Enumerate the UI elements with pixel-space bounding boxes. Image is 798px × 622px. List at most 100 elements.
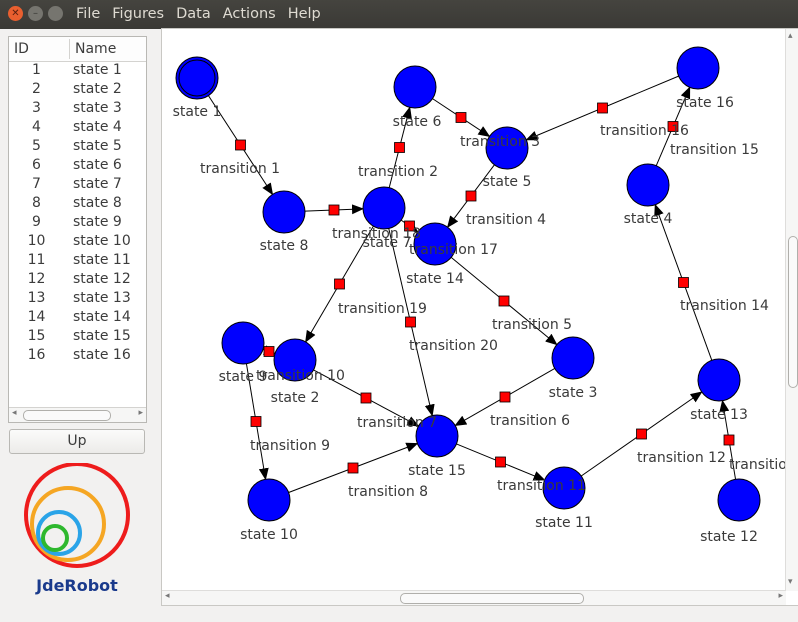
table-row[interactable]: 9 state 9 (9, 214, 146, 233)
column-divider[interactable] (69, 39, 70, 59)
state-node[interactable] (626, 163, 670, 207)
scroll-right-icon[interactable]: ▸ (138, 408, 143, 418)
transition-marker[interactable] (405, 316, 416, 328)
state-node[interactable] (676, 46, 720, 90)
table-row[interactable]: 12 state 12 (9, 271, 146, 290)
row-name: state 8 (73, 195, 122, 211)
table-row[interactable]: 11 state 11 (9, 252, 146, 271)
transition-marker[interactable] (328, 204, 340, 216)
maximize-window-button[interactable] (48, 6, 63, 21)
minimize-window-button[interactable]: – (28, 6, 43, 21)
table-row[interactable]: 5 state 5 (9, 138, 146, 157)
state-label: state 2 (271, 390, 320, 406)
scroll-left-icon[interactable]: ◂ (12, 408, 17, 418)
row-id: 9 (32, 214, 41, 230)
table-row[interactable]: 7 state 7 (9, 176, 146, 195)
state-label: state 15 (408, 463, 466, 479)
transition-label: transition 15 (670, 142, 759, 158)
state-label: state 5 (483, 174, 532, 190)
transition-label: transition 13 (729, 457, 786, 473)
canvas-vertical-scrollbar[interactable]: ▴ ▾ (785, 29, 798, 591)
transition-label: transition 4 (466, 212, 546, 228)
transition-marker[interactable] (495, 456, 506, 468)
transition-marker[interactable] (597, 102, 608, 114)
transition-marker[interactable] (360, 392, 372, 404)
transition-marker[interactable] (263, 346, 275, 357)
transition-marker[interactable] (334, 278, 345, 290)
state-node[interactable] (247, 478, 291, 522)
transition-marker[interactable] (498, 295, 510, 307)
scroll-left-icon[interactable]: ◂ (165, 591, 170, 601)
row-name: state 15 (73, 328, 131, 344)
row-name: state 4 (73, 119, 122, 135)
table-row[interactable]: 14 state 14 (9, 309, 146, 328)
state-node[interactable] (697, 358, 741, 402)
table-row[interactable]: 13 state 13 (9, 290, 146, 309)
menu-data[interactable]: Data (170, 0, 217, 29)
transition-label: transition 19 (338, 301, 427, 317)
table-row[interactable]: 15 state 15 (9, 328, 146, 347)
transition-label: transition 12 (637, 450, 726, 466)
state-node[interactable] (551, 336, 595, 380)
table-row[interactable]: 6 state 6 (9, 157, 146, 176)
row-name: state 2 (73, 81, 122, 97)
state-node[interactable] (221, 321, 265, 365)
canvas-horizontal-scrollbar[interactable]: ◂ ▸ (162, 590, 786, 605)
column-header-name[interactable]: Name (75, 41, 116, 57)
row-id: 4 (32, 119, 41, 135)
row-name: state 14 (73, 309, 131, 325)
status-bar (0, 606, 798, 622)
transition-marker[interactable] (235, 139, 246, 151)
transition-marker[interactable] (678, 277, 689, 288)
state-node[interactable] (262, 190, 306, 234)
up-button[interactable]: Up (9, 429, 145, 454)
transition-marker[interactable] (723, 434, 735, 446)
row-name: state 16 (73, 347, 131, 363)
transition-marker[interactable] (465, 190, 477, 202)
state-label: state 7 (363, 235, 412, 251)
transition-label: transition 6 (490, 413, 570, 429)
transition-marker[interactable] (455, 112, 467, 123)
menu-help[interactable]: Help (282, 0, 327, 29)
scroll-right-icon[interactable]: ▸ (778, 591, 783, 601)
state-node[interactable] (393, 65, 437, 109)
transition-label: transition 8 (348, 484, 428, 500)
transition-marker[interactable] (250, 416, 262, 427)
table-row[interactable]: 2 state 2 (9, 81, 146, 100)
diagram-canvas[interactable]: transition 1 transition 2 transition 3 tran… (161, 28, 798, 606)
table-row[interactable]: 3 state 3 (9, 100, 146, 119)
table-horizontal-scrollbar[interactable]: ◂ ▸ (9, 407, 146, 422)
close-window-button[interactable]: ✕ (8, 6, 23, 21)
scrollbar-thumb[interactable] (400, 593, 584, 604)
row-id: 12 (27, 271, 46, 287)
table-row[interactable]: 4 state 4 (9, 119, 146, 138)
transition-marker[interactable] (499, 391, 511, 403)
transition-marker[interactable] (636, 428, 647, 440)
state-node[interactable] (175, 56, 219, 100)
transition-marker[interactable] (347, 462, 359, 474)
row-id: 7 (32, 176, 41, 192)
scroll-down-icon[interactable]: ▾ (788, 577, 793, 587)
row-name: state 12 (73, 271, 131, 287)
table-row[interactable]: 10 state 10 (9, 233, 146, 252)
transition-label: transition 17 (409, 242, 498, 258)
transition-marker[interactable] (394, 142, 405, 153)
column-header-id[interactable]: ID (14, 41, 29, 57)
row-id: 2 (32, 81, 41, 97)
table-row[interactable]: 1 state 1 (9, 62, 146, 81)
menu-actions[interactable]: Actions (217, 0, 282, 29)
state-node[interactable] (362, 186, 406, 230)
row-name: state 6 (73, 157, 122, 173)
scroll-up-icon[interactable]: ▴ (788, 31, 793, 41)
scrollbar-thumb[interactable] (23, 410, 111, 421)
row-name: state 1 (73, 62, 122, 78)
row-id: 13 (27, 290, 46, 306)
table-row[interactable]: 8 state 8 (9, 195, 146, 214)
state-node[interactable] (717, 478, 761, 522)
transition-label: transition 16 (600, 123, 689, 139)
table-row[interactable]: 16 state 16 (9, 347, 146, 366)
menu-file[interactable]: File (70, 0, 106, 29)
state-machine-graph[interactable]: transition 1 transition 2 transition 3 tran… (162, 29, 786, 591)
menu-figures[interactable]: Figures (106, 0, 170, 29)
scrollbar-thumb[interactable] (788, 236, 798, 388)
